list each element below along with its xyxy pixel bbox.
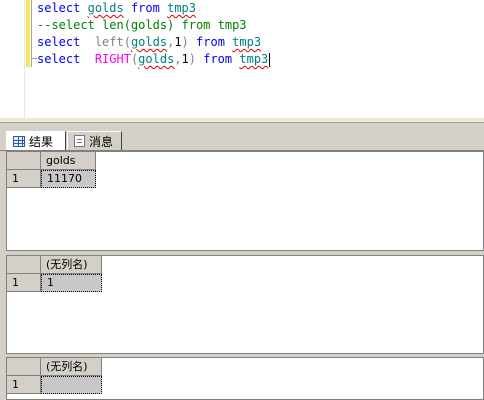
grid-cell[interactable] (41, 376, 102, 394)
function-name: left (94, 35, 124, 49)
punctuation: , (174, 52, 182, 66)
editor-margin (0, 0, 25, 122)
grid-corner[interactable] (7, 256, 41, 274)
result-grid-3[interactable]: (无列名) 1 (6, 357, 484, 400)
column-header[interactable]: (无列名) (41, 358, 102, 376)
column-header[interactable]: golds (41, 152, 96, 170)
code-line-4[interactable]: select RIGHT(golds,1) from tmp3 (37, 51, 271, 68)
identifier: tmp3 (239, 52, 269, 66)
keyword: from (130, 1, 160, 15)
punctuation: ) (181, 35, 189, 49)
column-header[interactable]: (无列名) (41, 256, 102, 274)
punctuation: ( (123, 35, 131, 49)
code-line-3[interactable]: select left(golds,1) from tmp3 (37, 34, 261, 51)
grid-icon (13, 135, 25, 147)
identifier: tmp3 (167, 1, 196, 15)
identifier: golds (130, 35, 168, 49)
code-line-1[interactable]: select golds from tmp3 (37, 0, 196, 17)
tab-messages-label: 消息 (89, 134, 114, 149)
results-area: golds 1 11170 (无列名) 1 1 (无列名) 1 (6, 151, 484, 400)
grid-cell[interactable]: 1 (41, 274, 102, 292)
outline-fold-line (31, 0, 32, 67)
number: 1 (181, 52, 189, 66)
punctuation: ) (188, 52, 196, 66)
text-caret (269, 52, 271, 67)
result-grid-2[interactable]: (无列名) 1 1 (6, 255, 484, 354)
message-icon (74, 135, 85, 147)
identifier: tmp3 (232, 35, 262, 49)
grid-corner[interactable] (7, 358, 41, 376)
results-tabbar: 结果 消息 (0, 130, 484, 151)
tab-results-label: 结果 (29, 134, 54, 149)
row-header[interactable]: 1 (7, 274, 41, 292)
tab-messages[interactable]: 消息 (67, 131, 122, 150)
identifier: golds (138, 52, 175, 66)
grid-corner[interactable] (7, 152, 41, 170)
row-header[interactable]: 1 (7, 376, 41, 394)
code-line-2[interactable]: --select len(golds) from tmp3 (37, 17, 247, 34)
number: 1 (174, 35, 182, 49)
sql-editor[interactable]: select golds from tmp3 --select len(gold… (0, 0, 484, 122)
change-indicator-bar (26, 0, 30, 67)
keyword: select (37, 35, 81, 49)
function-name: RIGHT (94, 52, 131, 66)
tab-results[interactable]: 结果 (6, 131, 66, 150)
grid-cell[interactable]: 11170 (41, 170, 96, 188)
identifier: golds (87, 1, 124, 15)
row-header[interactable]: 1 (7, 170, 41, 188)
keyword: select (37, 52, 81, 66)
keyword: from (203, 52, 233, 66)
keyword: from (196, 35, 225, 49)
keyword: select (37, 1, 81, 15)
result-grid-1[interactable]: golds 1 11170 (6, 151, 484, 251)
